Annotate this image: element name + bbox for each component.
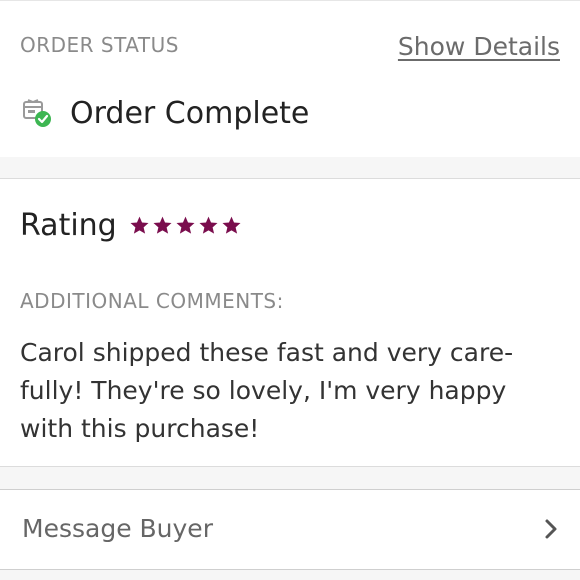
message-buyer-label: Message Buyer xyxy=(22,514,213,543)
star-icon xyxy=(176,216,195,234)
star-icon xyxy=(199,216,218,234)
additional-comments-label: ADDITIONAL COMMENTS: xyxy=(20,289,284,313)
bottom-band xyxy=(0,570,580,580)
section-divider xyxy=(0,467,580,490)
order-detail-page: ORDER STATUS Show Details Order Complete… xyxy=(0,0,580,580)
rating-row: Rating xyxy=(20,205,244,245)
comment-text: Carol shipped these fast and very care-f… xyxy=(20,338,514,443)
rating-card: Rating ADDITIONAL COMMENTS: Carol shippe… xyxy=(0,179,580,467)
star-icon xyxy=(130,216,149,234)
order-complete-icon xyxy=(23,99,51,127)
order-status-row: Order Complete xyxy=(20,93,309,133)
order-status-card: ORDER STATUS Show Details Order Complete xyxy=(0,0,580,158)
chevron-right-icon xyxy=(545,519,557,539)
order-status-label: ORDER STATUS xyxy=(20,33,179,57)
message-buyer-button[interactable]: Message Buyer xyxy=(0,490,580,570)
section-divider xyxy=(0,157,580,179)
order-status-text: Order Complete xyxy=(70,95,310,131)
star-icon xyxy=(153,216,172,234)
star-icon xyxy=(222,216,241,234)
rating-stars xyxy=(129,215,244,236)
rating-title: Rating xyxy=(20,207,117,243)
show-details-link[interactable]: Show Details xyxy=(398,32,560,61)
